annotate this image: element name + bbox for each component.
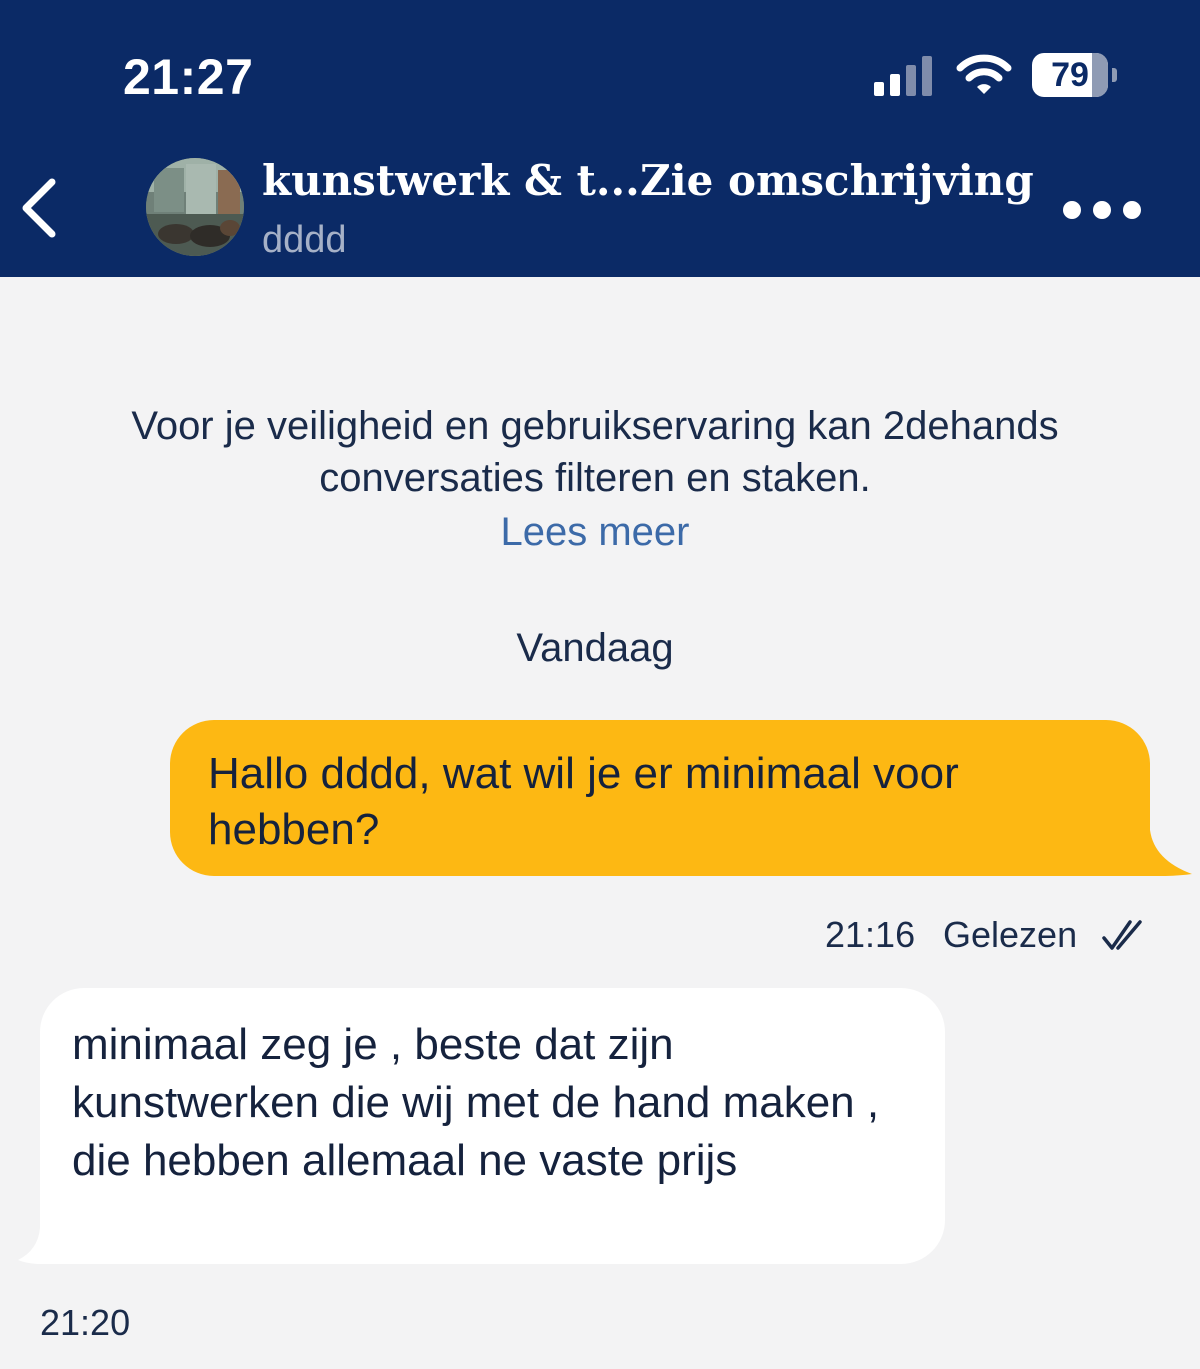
top-bar: 21:27 79 kunstwerk & t... Zie omschrijvi… xyxy=(0,0,1200,277)
read-more-link[interactable]: Lees meer xyxy=(0,510,1190,555)
battery-tip xyxy=(1112,68,1117,82)
avatar[interactable] xyxy=(146,158,244,256)
battery-icon: 79 xyxy=(1032,53,1118,97)
listing-title[interactable]: kunstwerk & t... xyxy=(262,156,640,205)
incoming-message-text: minimaal zeg je , beste dat zijn kunstwe… xyxy=(72,1020,880,1185)
more-horizontal-icon[interactable] xyxy=(1060,196,1144,224)
status-time: 21:27 xyxy=(123,49,254,105)
read-status: Gelezen xyxy=(943,914,1078,955)
date-separator: Vandaag xyxy=(516,626,674,670)
outgoing-message-time: 21:16 xyxy=(825,914,916,955)
contact-name: dddd xyxy=(262,219,347,261)
battery-body: 79 xyxy=(1032,53,1108,97)
double-check-icon xyxy=(1102,920,1142,950)
incoming-message-time: 21:20 xyxy=(40,1302,131,1343)
wifi-icon xyxy=(956,54,1012,94)
chevron-left-icon[interactable] xyxy=(12,172,64,244)
chat-screen: 21:27 79 kunstwerk & t... Zie omschrijvi… xyxy=(0,0,1200,1369)
outgoing-message-text: Hallo dddd, wat wil je er minimaal voor … xyxy=(208,749,959,854)
battery-level: 79 xyxy=(1051,56,1089,94)
see-description-link[interactable]: Zie omschrijving xyxy=(640,156,1034,205)
avatar-photo xyxy=(146,158,244,256)
signal-icon xyxy=(874,56,932,96)
safety-notice: Voor je veiligheid en gebruikservaring k… xyxy=(131,404,1059,500)
